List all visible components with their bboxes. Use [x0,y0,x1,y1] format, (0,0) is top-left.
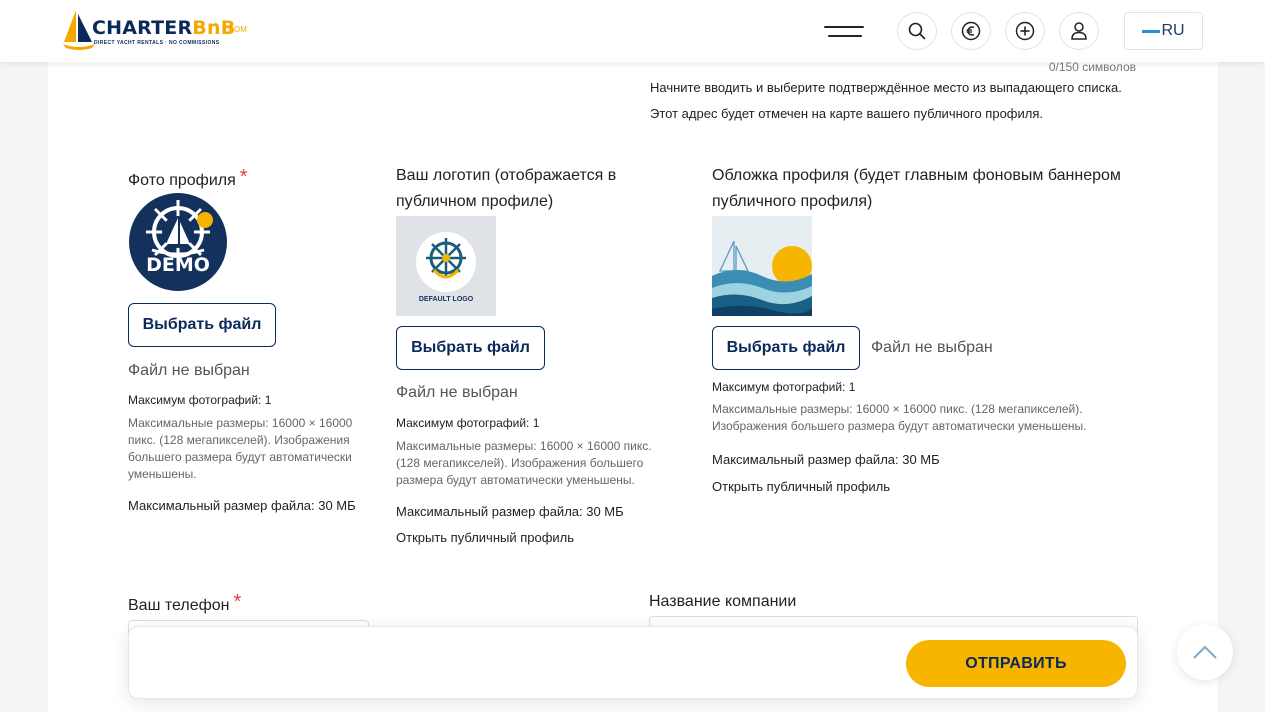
search-button[interactable] [897,12,937,50]
currency-button[interactable] [951,12,991,50]
logo-domain: .COM [226,25,247,34]
logo-upload-label: Ваш логотип (отображается в публичном пр… [396,167,617,210]
menu-icon[interactable] [822,22,866,42]
cover-max-count: Максимум фотографий: 1 [712,380,856,394]
company-label: Название компании [649,593,797,610]
cover-max-size: Максимальный размер файла: 30 МБ [712,452,940,467]
language-selector[interactable]: RU [1124,12,1203,50]
sailboat-logo-icon [63,10,95,50]
profile-form-card: 0/150 символов Начните вводить и выберит… [48,60,1218,712]
default-logo-text: DEFAULT LOGO [418,296,474,303]
logo-public-profile-link[interactable]: Открыть публичный профиль [396,524,574,551]
required-mark: * [239,166,248,188]
profile-photo-no-file: Файл не выбран [128,362,250,379]
address-char-counter: 0/150 символов [1048,60,1136,74]
address-help-text: Начните вводить и выберите подтверждённо… [650,80,1122,121]
submit-button[interactable]: ОТПРАВИТЬ [906,640,1126,687]
profile-photo-label: Фото профиля * [128,166,248,189]
profile-photo-choose-file-button[interactable]: Выбрать файл [128,303,276,347]
plus-circle-icon [1015,21,1035,41]
language-label: RU [1161,22,1185,39]
profile-photo-max-count: Максимум фотографий: 1 [128,393,272,407]
cover-no-file: Файл не выбран [871,339,993,356]
account-button[interactable] [1059,12,1099,50]
cover-public-profile-link[interactable]: Открыть публичный профиль [712,473,890,500]
logo-brand: CHARTERBnB [92,17,236,39]
logo-choose-file-button[interactable]: Выбрать файл [396,326,545,370]
logo-max-dimensions: Максимальные размеры: 16000 × 16000 пикс… [396,439,652,487]
site-logo[interactable]: CHARTERBnB .COM DIRECT YACHT RENTALS · N… [62,8,252,52]
search-icon [908,22,926,40]
logo-max-size: Максимальный размер файла: 30 МБ [396,504,624,519]
logo-preview: DEFAULT LOGO [396,216,496,316]
cover-max-dimensions: Максимальные размеры: 16000 × 16000 пикс… [712,402,1087,433]
profile-photo-max-dimensions: Максимальные размеры: 16000 × 16000 пикс… [128,416,353,481]
site-header: CHARTERBnB .COM DIRECT YACHT RENTALS · N… [0,0,1265,62]
chevron-up-icon [1193,645,1217,659]
demo-photo-text: DEMO [146,254,210,276]
profile-photo-preview: DEMO [128,192,228,292]
profile-photo-max-size: Максимальный размер файла: 30 МБ [128,498,356,513]
required-mark: * [233,591,242,613]
cover-preview [712,216,812,316]
scroll-to-top-button[interactable] [1177,624,1233,680]
logo-max-count: Максимум фотографий: 1 [396,416,540,430]
flag-icon [1142,29,1161,33]
logo-no-file: Файл не выбран [396,384,518,401]
submit-bar: ОТПРАВИТЬ [128,626,1138,699]
cover-upload-label: Обложка профиля (будет главным фоновым б… [712,167,1121,210]
logo-tagline: DIRECT YACHT RENTALS · NO COMMISSIONS [94,40,220,46]
cover-choose-file-button[interactable]: Выбрать файл [712,326,860,370]
add-listing-button[interactable] [1005,12,1045,50]
phone-label: Ваш телефон * [128,591,242,614]
user-icon [1071,22,1087,40]
euro-icon [961,21,981,41]
